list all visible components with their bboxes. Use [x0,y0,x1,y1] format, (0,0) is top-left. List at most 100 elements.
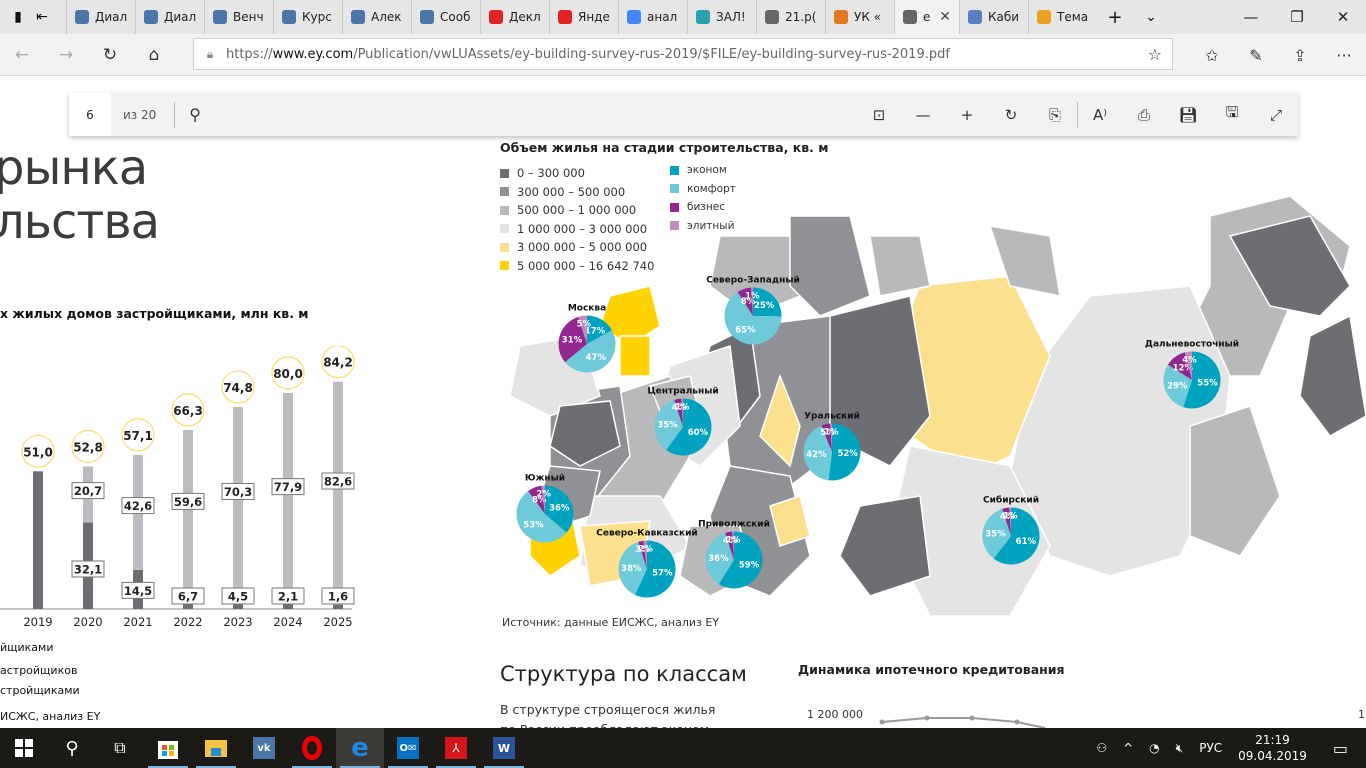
shield-icon [968,10,982,24]
legend-label: 300 000 – 500 000 [517,184,626,199]
rotate-icon[interactable]: ↻ [989,93,1033,136]
print-icon[interactable]: ⎙ [1122,93,1166,136]
edge-icon[interactable]: e [336,728,384,768]
map-region [839,495,931,597]
bar-light [233,407,243,597]
browser-tab[interactable]: е ✕ [894,0,959,34]
legend-label: 1 000 000 – 3 000 000 [517,221,648,236]
pie-label: 36% [549,503,570,513]
tab-label: Каби [988,10,1020,24]
x-tick-label: 2024 [273,615,302,629]
minimize-icon[interactable]: — [1228,0,1274,34]
tab-label: Диал [95,10,128,24]
tab-preview-chevron-icon[interactable]: ⌄ [1133,0,1169,34]
browser-tab[interactable]: Сооб [411,0,480,34]
back-button[interactable]: ← [0,35,44,75]
legend-label: 0 – 300 000 [517,166,585,180]
set-aside-tabs-icon[interactable]: ⇤ [30,0,54,34]
store-icon[interactable] [144,728,192,768]
browser-tab[interactable]: Каби [959,0,1028,34]
search-icon[interactable]: ⚲ [189,105,201,124]
more-menu-icon[interactable]: ··· [1322,34,1366,76]
close-tab-icon[interactable]: ✕ [939,9,951,25]
share-icon[interactable]: ⇪ [1278,34,1322,76]
legend-label: эконом [687,164,727,176]
language-indicator[interactable]: РУС [1191,741,1230,755]
paragraph-line: В структуре строящегося жилья [500,702,716,717]
task-view-icon[interactable]: ⧉ [96,728,144,768]
new-tab-icon[interactable]: + [1097,0,1133,34]
page-total: из 20 [123,107,157,122]
tab-label: Янде [578,10,610,24]
value-label: 32,1 [74,562,102,576]
mortgage-point [924,715,930,721]
uk-icon [834,10,848,24]
tab-label: е [923,10,931,24]
word-icon[interactable]: W [480,728,528,768]
browser-tab[interactable]: ЗАЛ! [687,0,756,34]
file-explorer-icon[interactable] [192,728,240,768]
browser-tab[interactable]: Декл [480,0,549,34]
address-bar[interactable]: 🔒︎ https://www.ey.com/Publication/vwLUAs… [193,38,1173,70]
action-center-icon[interactable]: ▭ [1315,739,1366,758]
tab-label: Курс [302,10,332,24]
tab-manager-icon[interactable]: ▮ [6,0,30,34]
acrobat-icon[interactable]: ⅄ [432,728,480,768]
fullscreen-icon[interactable]: ⤢ [1254,93,1298,136]
legend-swatch [670,221,679,230]
24-icon [1037,10,1051,24]
home-button[interactable]: ⌂ [132,35,176,75]
browser-tab[interactable]: Венч [204,0,273,34]
total-label: 51,0 [23,445,53,459]
browser-tab[interactable]: анал [618,0,687,34]
browser-tab[interactable]: Алек [342,0,411,34]
pie-label: 4% [1182,356,1197,366]
vk-app-icon[interactable]: vk [240,728,288,768]
pie-label: 5% [577,320,592,330]
browser-tab[interactable]: Янде [549,0,618,34]
bar-light [283,393,293,604]
restore-icon[interactable]: ❐ [1274,0,1320,34]
search-taskbar-icon[interactable]: ⚲ [48,728,96,768]
pie-label: 29% [1167,381,1188,391]
legend-item: стройщиками [0,684,80,697]
forward-button[interactable]: → [44,35,88,75]
volume-muted-icon[interactable]: 🔇︎ [1168,741,1192,756]
clock[interactable]: 21:19 09.04.2019 [1230,732,1315,764]
opera-icon[interactable] [288,728,336,768]
browser-tab[interactable]: Курс [273,0,342,34]
vk-icon [213,10,227,24]
tab-label: Тема [1057,10,1089,24]
save-icon[interactable]: 💾︎ [1166,93,1210,136]
zoom-in-icon[interactable]: + [945,93,989,136]
lock-icon: 🔒︎ [206,46,214,61]
page-number-input[interactable]: 6 [69,93,111,136]
read-aloud-icon[interactable]: A⁾ [1078,93,1122,136]
region-label: Северо-Кавказский [596,529,697,539]
notes-pen-icon[interactable]: ✎ [1234,34,1278,76]
wifi-icon[interactable]: ◔ [1141,741,1167,755]
volume-legend-item: 300 000 – 500 000 [500,185,625,199]
outlook-icon[interactable]: O✉ [384,728,432,768]
page-layout-icon[interactable]: ⎘ [1033,93,1077,136]
close-window-icon[interactable]: ✕ [1320,0,1366,34]
browser-tab[interactable]: УК « [825,0,894,34]
class-legend-item: бизнес [670,201,725,213]
browser-tab[interactable]: Диал [135,0,204,34]
start-button[interactable] [0,728,48,768]
browser-tab[interactable]: 21.р( [756,0,825,34]
browser-tab[interactable]: Диал [66,0,135,34]
show-hidden-icons[interactable]: ^ [1115,741,1141,755]
page-title-line2: льства [0,194,160,250]
favorite-star-icon[interactable]: ☆ [1148,45,1162,64]
refresh-button[interactable]: ↻ [88,35,132,75]
browser-tab[interactable]: Тема [1028,0,1097,34]
save-as-icon[interactable]: 🖫 [1210,93,1254,136]
people-icon[interactable]: ⚇ [1088,741,1115,755]
mortgage-series-line [881,717,1046,728]
fit-width-icon[interactable]: ⊡ [857,93,901,136]
favorites-list-icon[interactable]: ✩ [1190,34,1234,76]
section-title: Структура по классам [500,662,747,686]
zoom-out-icon[interactable]: — [901,93,945,136]
map-region [1299,314,1366,437]
